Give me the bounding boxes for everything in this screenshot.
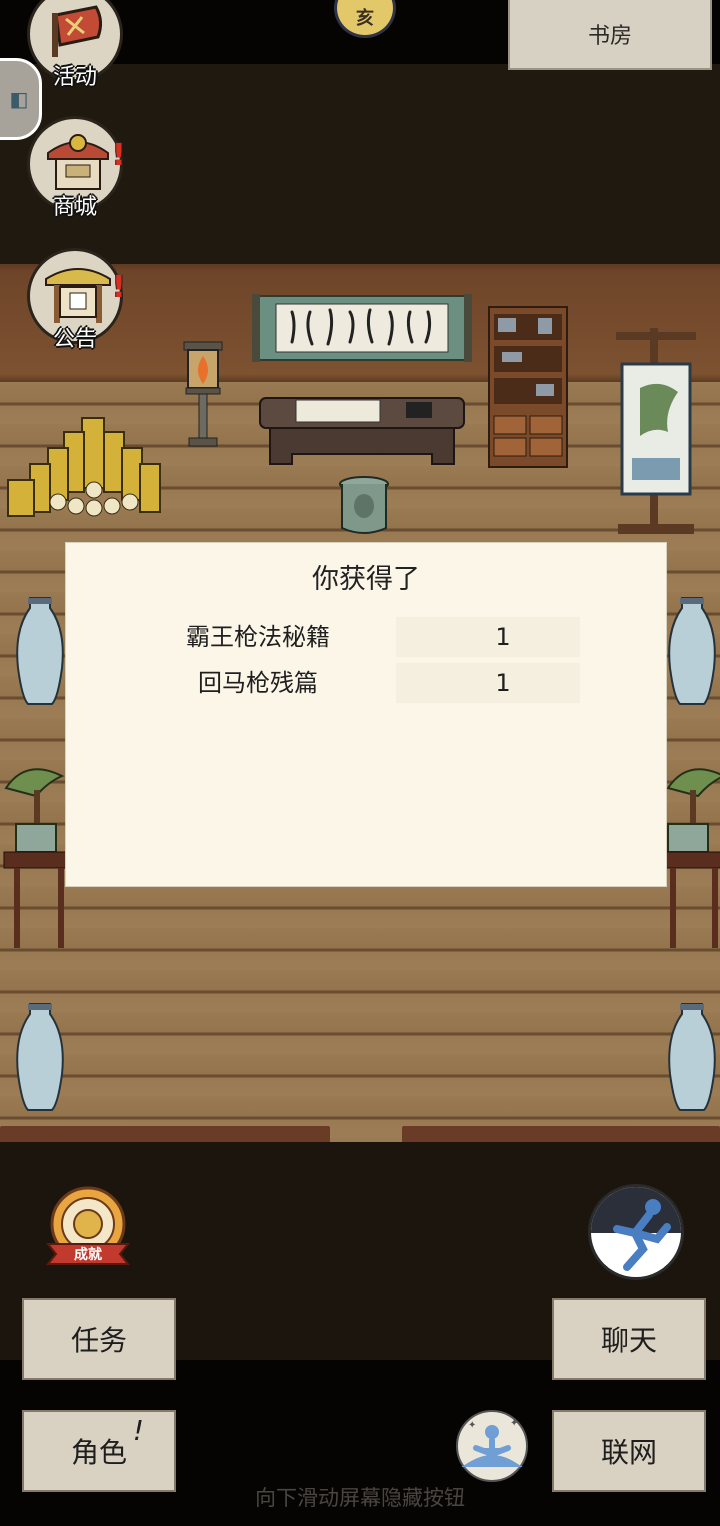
calligraphy-scroll [252,290,472,366]
chat-label: 聊天 [600,1324,657,1357]
reward-quantity: 1 [495,623,511,651]
shop-label: 商城 [52,195,97,220]
chat-button[interactable]: 聊天 [552,1298,706,1380]
achievement-label: 成就 [74,1247,102,1263]
vase-left-lower [16,1002,64,1112]
notice-board-icon [45,268,111,323]
side-tab-icon: ◧ [9,87,29,111]
vase-left-upper [16,596,64,706]
meditate-button[interactable]: ✦ ✦ [456,1410,528,1482]
writing-desk [256,390,468,468]
floor-edge-right [402,1126,720,1142]
vase-right-lower [668,1002,716,1112]
running-figure-icon [591,1187,681,1271]
tasks-button[interactable]: 任务 [22,1298,176,1380]
svg-text:✦: ✦ [510,1418,518,1429]
reward-name: 回马枪残篇 [198,669,318,697]
floor-edge-left [0,1126,330,1142]
bookshelf [488,306,568,468]
meditation-figure-icon: ✦ ✦ [461,1418,523,1467]
run-button[interactable] [588,1184,684,1280]
reward-name: 霸王枪法秘籍 [186,623,330,651]
event-label: 活动 [52,65,97,90]
network-label: 联网 [600,1436,657,1469]
shop-button[interactable]: ! 商城 [27,116,126,220]
ceramic-stool [338,476,390,536]
shop-stall-icon [47,134,109,190]
svg-text:✦: ✦ [468,1420,476,1431]
location-label: 书房 [508,0,712,70]
vase-right-upper [668,596,716,706]
network-button[interactable]: 联网 [552,1410,706,1492]
event-button[interactable]: 活动 [27,0,123,90]
reward-row: 霸王枪法秘籍 1 [148,617,608,657]
time-badge-label: 亥 [356,8,374,29]
role-label: 角色 [70,1436,127,1469]
scroll-stack [4,412,162,520]
dialog-title: 你获得了 [312,564,420,595]
location-text: 书房 [587,24,632,49]
notice-alert-icon: ! [112,270,126,305]
reward-quantity: 1 [495,669,511,697]
bonsai-table-right [661,754,720,954]
oil-lamp-icon [180,340,226,450]
notice-label: 公告 [52,327,97,352]
tasks-label: 任务 [70,1324,127,1357]
painting-stand [614,328,698,540]
shop-alert-icon: ! [112,138,126,173]
bonsai-table-left [0,754,71,954]
hide-buttons-hint: 向下滑动屏幕隐藏按钮 [255,1486,465,1510]
role-alert-icon: ! [132,1414,144,1447]
reward-dialog[interactable]: 你获得了 霸王枪法秘籍 1 回马枪残篇 1 [66,543,666,886]
role-button[interactable]: 角色 ! [22,1410,176,1492]
banner-flag-icon [52,5,103,57]
achievement-button[interactable]: 成就 [40,1184,136,1274]
notice-button[interactable]: ! 公告 [27,248,126,352]
reward-row: 回马枪残篇 1 [148,663,608,703]
